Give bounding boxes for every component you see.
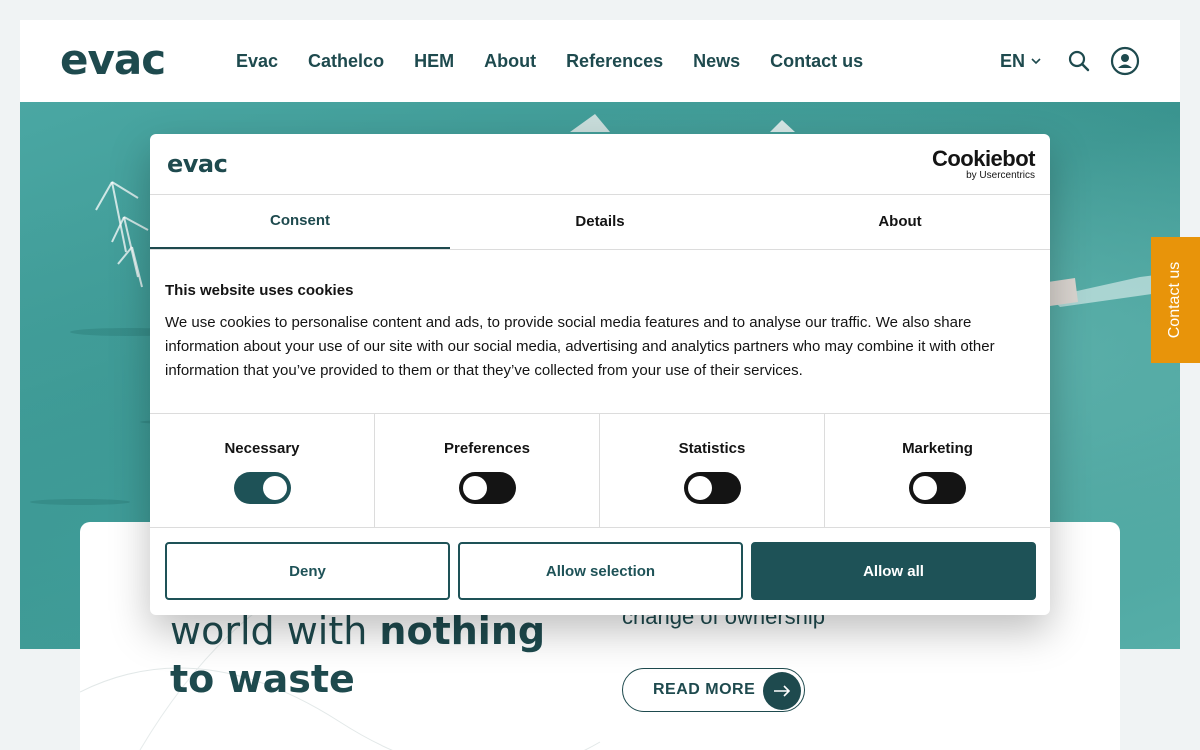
cookiebot-byline: by Usercentrics bbox=[966, 170, 1035, 181]
card-title-bold-1: nothing bbox=[379, 609, 546, 653]
toggle-necessary[interactable] bbox=[234, 472, 291, 504]
tab-details[interactable]: Details bbox=[450, 194, 750, 249]
dialog-text: We use cookies to personalise content an… bbox=[165, 314, 995, 379]
toggle-statistics-label: Statistics bbox=[678, 440, 746, 457]
toggle-preferences-label: Preferences bbox=[444, 440, 530, 457]
evac-logo[interactable]: evac bbox=[60, 39, 166, 81]
chevron-down-icon bbox=[1031, 57, 1041, 64]
language-label: EN bbox=[1000, 51, 1026, 71]
search-icon[interactable] bbox=[1068, 50, 1090, 72]
language-selector[interactable]: EN bbox=[1000, 50, 1041, 72]
toggle-necessary-label: Necessary bbox=[224, 440, 300, 457]
dialog-evac-logo: evac bbox=[167, 150, 228, 178]
dialog-body: This website uses cookies We use cookies… bbox=[165, 282, 1035, 383]
tab-about[interactable]: About bbox=[750, 194, 1050, 249]
dialog-buttons: Deny Allow selection Allow all bbox=[165, 542, 1036, 600]
toggle-preferences[interactable] bbox=[459, 472, 516, 504]
cookie-consent-dialog: evac Cookiebot by Usercentrics Consent D… bbox=[150, 134, 1050, 615]
card-title-regular: world with bbox=[170, 609, 380, 653]
nav-cathelco[interactable]: Cathelco bbox=[308, 50, 384, 72]
card-title-bold-2: to waste bbox=[170, 657, 355, 701]
cookiebot-wordmark: Cookiebot bbox=[931, 146, 1036, 171]
toggle-preferences-group: Preferences bbox=[375, 414, 600, 527]
nav-hem[interactable]: HEM bbox=[414, 50, 454, 72]
dialog-heading: This website uses cookies bbox=[165, 282, 354, 299]
arrow-right-icon bbox=[763, 672, 801, 710]
read-more-button[interactable]: READ MORE bbox=[622, 668, 805, 712]
toggle-marketing-label: Marketing bbox=[902, 440, 973, 457]
toggle-knob bbox=[688, 476, 712, 500]
tab-consent[interactable]: Consent bbox=[150, 194, 450, 249]
allow-selection-button[interactable]: Allow selection bbox=[458, 542, 743, 600]
dialog-header: evac Cookiebot by Usercentrics bbox=[150, 134, 1050, 195]
toggle-knob bbox=[263, 476, 287, 500]
contact-us-side-label: Contact us bbox=[1166, 261, 1184, 339]
allow-all-button[interactable]: Allow all bbox=[751, 542, 1036, 600]
nav-evac[interactable]: Evac bbox=[236, 50, 278, 72]
nav-references[interactable]: References bbox=[566, 50, 663, 72]
user-account-icon[interactable] bbox=[1110, 46, 1140, 76]
cookiebot-logo[interactable]: Cookiebot by Usercentrics bbox=[931, 146, 1036, 182]
contact-us-side-tab[interactable]: Contact us bbox=[1151, 237, 1200, 363]
toggle-marketing[interactable] bbox=[909, 472, 966, 504]
toggle-knob bbox=[913, 476, 937, 500]
nav-about[interactable]: About bbox=[484, 50, 536, 72]
toggle-marketing-group: Marketing bbox=[825, 414, 1050, 527]
nav-contact-us[interactable]: Contact us bbox=[770, 50, 863, 72]
toggle-statistics-group: Statistics bbox=[600, 414, 825, 527]
deny-button[interactable]: Deny bbox=[165, 542, 450, 600]
read-more-label: READ MORE bbox=[653, 681, 756, 698]
card-title: world with nothing to waste bbox=[170, 607, 545, 703]
toggle-knob bbox=[463, 476, 487, 500]
dialog-tabs: Consent Details About bbox=[150, 194, 1050, 250]
site-header: evac Evac Cathelco HEM About References … bbox=[20, 20, 1180, 102]
consent-toggles: Necessary Preferences Statistics Marketi… bbox=[150, 413, 1050, 528]
toggle-necessary-group: Necessary bbox=[150, 414, 375, 527]
nav-news[interactable]: News bbox=[693, 50, 740, 72]
main-nav: Evac Cathelco HEM About References News … bbox=[236, 50, 893, 72]
toggle-statistics[interactable] bbox=[684, 472, 741, 504]
